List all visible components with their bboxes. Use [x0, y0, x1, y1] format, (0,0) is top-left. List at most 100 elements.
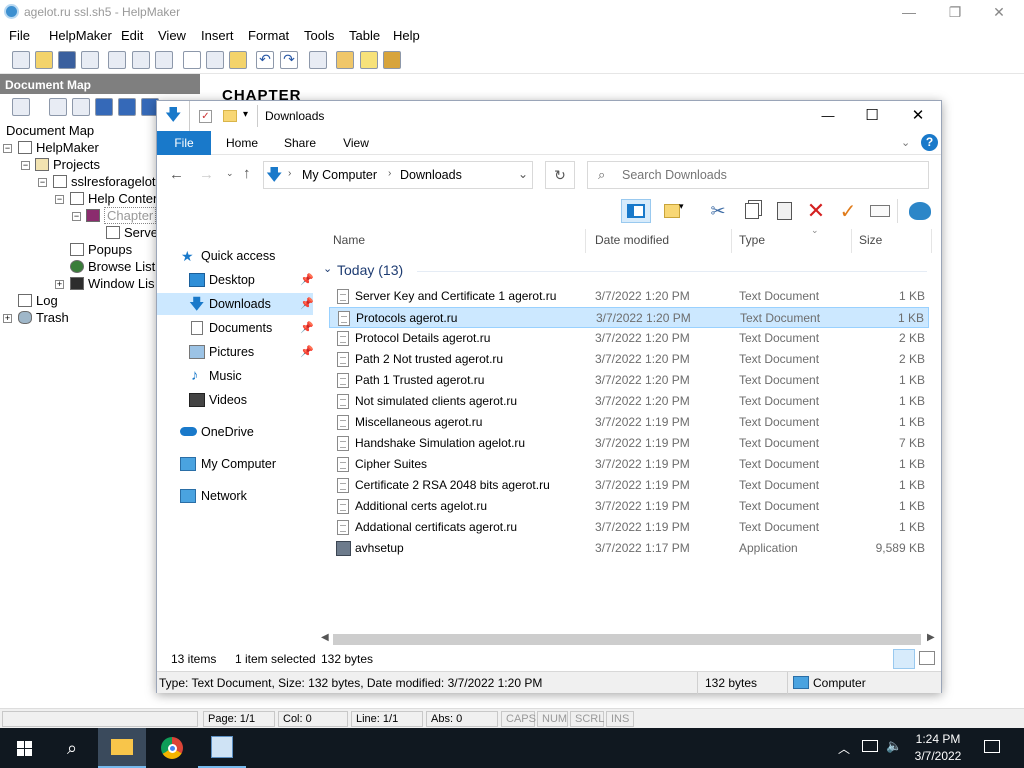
column-size[interactable]: Size — [859, 233, 882, 247]
scroll-left-icon[interactable]: ◀ — [321, 632, 329, 643]
file-row[interactable]: Path 1 Trusted agerot.ru 3/7/2022 1:20 PM… — [329, 370, 929, 391]
column-date-modified[interactable]: Date modified — [595, 233, 669, 247]
menu-helpmaker[interactable]: HelpMaker — [49, 28, 112, 43]
back-arrow-icon[interactable]: ← — [169, 166, 184, 183]
menu-edit[interactable]: Edit — [121, 28, 143, 43]
tree-item-window-list[interactable]: Window Lis — [70, 276, 154, 291]
tree-item-browse-list[interactable]: Browse List — [70, 259, 155, 274]
ex-maximize-button[interactable]: ☐ — [849, 101, 895, 131]
search-box[interactable]: ⌕ — [587, 161, 929, 189]
column-type[interactable]: Type — [739, 233, 765, 247]
refresh-icon[interactable]: ↻ — [545, 161, 575, 189]
add-topic-icon[interactable] — [12, 98, 30, 116]
ribbon-expand-icon[interactable]: ⌄ — [901, 136, 910, 149]
file-row[interactable]: Protocol Details agerot.ru 3/7/2022 1:20 … — [329, 328, 929, 349]
recent-locations-icon[interactable]: ⌄ — [226, 168, 234, 179]
delete-icon[interactable]: ✕ — [803, 198, 829, 223]
paste-icon[interactable] — [771, 199, 797, 223]
file-row[interactable]: Handshake Simulation agelot.ru 3/7/2022 1… — [329, 433, 929, 454]
undo-icon[interactable]: ↶ — [256, 51, 274, 69]
open-project-icon[interactable] — [336, 51, 354, 69]
hm-close-button[interactable]: ✕ — [976, 0, 1022, 24]
address-box[interactable]: 🡇 › My Computer › Downloads ⌄ — [263, 161, 533, 189]
nav-downloads[interactable]: 🡇 Downloads 📌 — [157, 293, 314, 315]
forward-arrow-icon[interactable]: → — [199, 166, 214, 183]
cut-icon[interactable]: ✂ — [705, 199, 731, 223]
print-icon[interactable] — [108, 51, 126, 69]
tree-item-popups[interactable]: Popups — [70, 242, 132, 257]
nav-desktop[interactable]: Desktop 📌 — [157, 269, 314, 291]
help-icon[interactable]: ? — [921, 134, 938, 151]
notifications-icon[interactable] — [984, 740, 1000, 753]
tab-share[interactable]: Share — [275, 131, 325, 155]
paste-icon[interactable] — [229, 51, 247, 69]
pin-icon[interactable]: 📌 — [300, 293, 314, 315]
collapse-projects-toggle[interactable]: − — [21, 161, 30, 170]
nav-my-computer[interactable]: My Computer — [157, 453, 313, 475]
start-button[interactable] — [0, 728, 48, 768]
tab-file[interactable]: File — [157, 131, 211, 155]
qat-dropdown-icon[interactable]: ▾ — [243, 109, 248, 120]
breadcrumb-downloads[interactable]: Downloads — [400, 168, 462, 182]
tree-item-chapter[interactable]: Chapter — [86, 207, 157, 224]
new-item-dropdown-icon[interactable]: ▾ — [679, 201, 684, 212]
taskbar-file-explorer[interactable] — [98, 728, 146, 768]
new-folder-icon[interactable] — [223, 110, 237, 122]
move-up-icon[interactable] — [118, 98, 136, 116]
scroll-right-icon[interactable]: ▶ — [927, 632, 935, 643]
menu-file[interactable]: File — [9, 28, 30, 43]
pin-icon[interactable]: 📌 — [300, 317, 314, 339]
up-arrow-icon[interactable]: ↑ — [243, 165, 251, 182]
file-row[interactable]: Certificate 2 RSA 2048 bits agerot.ru 3/7… — [329, 475, 929, 496]
horizontal-scrollbar[interactable]: ◀ ▶ — [321, 631, 941, 647]
file-row[interactable]: Not simulated clients agerot.ru 3/7/2022 … — [329, 391, 929, 412]
preview-pane-icon[interactable] — [621, 199, 651, 223]
cut-icon[interactable] — [183, 51, 201, 69]
open-folder-icon[interactable] — [35, 51, 53, 69]
expand-trash-toggle[interactable]: + — [3, 314, 12, 323]
file-row[interactable]: Miscellaneous agerot.ru 3/7/2022 1:19 PM T… — [329, 412, 929, 433]
properties-icon[interactable] — [867, 199, 893, 223]
column-divider[interactable] — [931, 229, 932, 253]
network-tray-icon[interactable] — [862, 740, 878, 752]
tree-item-help-contents[interactable]: Help Conten — [70, 191, 160, 206]
nav-onedrive[interactable]: OneDrive — [157, 421, 313, 443]
file-row[interactable]: Addational certificats agerot.ru 3/7/2022… — [329, 517, 929, 538]
tree-item-log[interactable]: Log — [18, 293, 58, 308]
hm-maximize-button[interactable]: ❐ — [932, 0, 978, 24]
nav-documents[interactable]: Documents 📌 — [157, 317, 314, 339]
column-divider[interactable] — [851, 229, 852, 253]
spellcheck-icon[interactable] — [155, 51, 173, 69]
column-divider[interactable] — [585, 229, 586, 253]
new-icon[interactable] — [12, 51, 30, 69]
file-row[interactable]: avhsetup 3/7/2022 1:17 PM Application 9,589… — [329, 538, 929, 559]
tree-item-helpmaker[interactable]: HelpMaker — [18, 140, 99, 155]
tree-item-trash[interactable]: Trash — [18, 310, 69, 325]
column-name[interactable]: Name — [333, 233, 365, 247]
expand-window-list-toggle[interactable]: + — [55, 280, 64, 289]
hm-minimize-button[interactable]: — — [886, 0, 932, 24]
tab-view[interactable]: View — [331, 131, 381, 155]
options-globe-icon[interactable] — [907, 199, 933, 223]
copy-icon[interactable] — [206, 51, 224, 69]
collapse-project-toggle[interactable]: − — [38, 178, 47, 187]
nav-network[interactable]: Network — [157, 485, 313, 507]
menu-tools[interactable]: Tools — [304, 28, 334, 43]
menu-help[interactable]: Help — [393, 28, 420, 43]
print-preview-icon[interactable] — [132, 51, 150, 69]
nav-quick-access[interactable]: ★ Quick access — [157, 245, 313, 267]
menu-view[interactable]: View — [158, 28, 186, 43]
collapse-helpmaker-toggle[interactable]: − — [3, 144, 12, 153]
file-row[interactable]: Protocols agerot.ru 3/7/2022 1:20 PM Text … — [329, 307, 929, 328]
file-row[interactable]: Additional certs agelot.ru 3/7/2022 1:19 … — [329, 496, 929, 517]
search-input[interactable] — [622, 166, 918, 184]
help-icon[interactable] — [360, 51, 378, 69]
collapse-help-contents-toggle[interactable]: − — [55, 195, 64, 204]
save-all-icon[interactable] — [81, 51, 99, 69]
menu-format[interactable]: Format — [248, 28, 289, 43]
menu-table[interactable]: Table — [349, 28, 380, 43]
file-row[interactable]: Server Key and Certificate 1 agerot.ru 3/… — [329, 286, 929, 307]
address-dropdown-icon[interactable]: ⌄ — [518, 167, 528, 181]
menu-insert[interactable]: Insert — [201, 28, 234, 43]
details-view-icon[interactable] — [893, 649, 915, 669]
